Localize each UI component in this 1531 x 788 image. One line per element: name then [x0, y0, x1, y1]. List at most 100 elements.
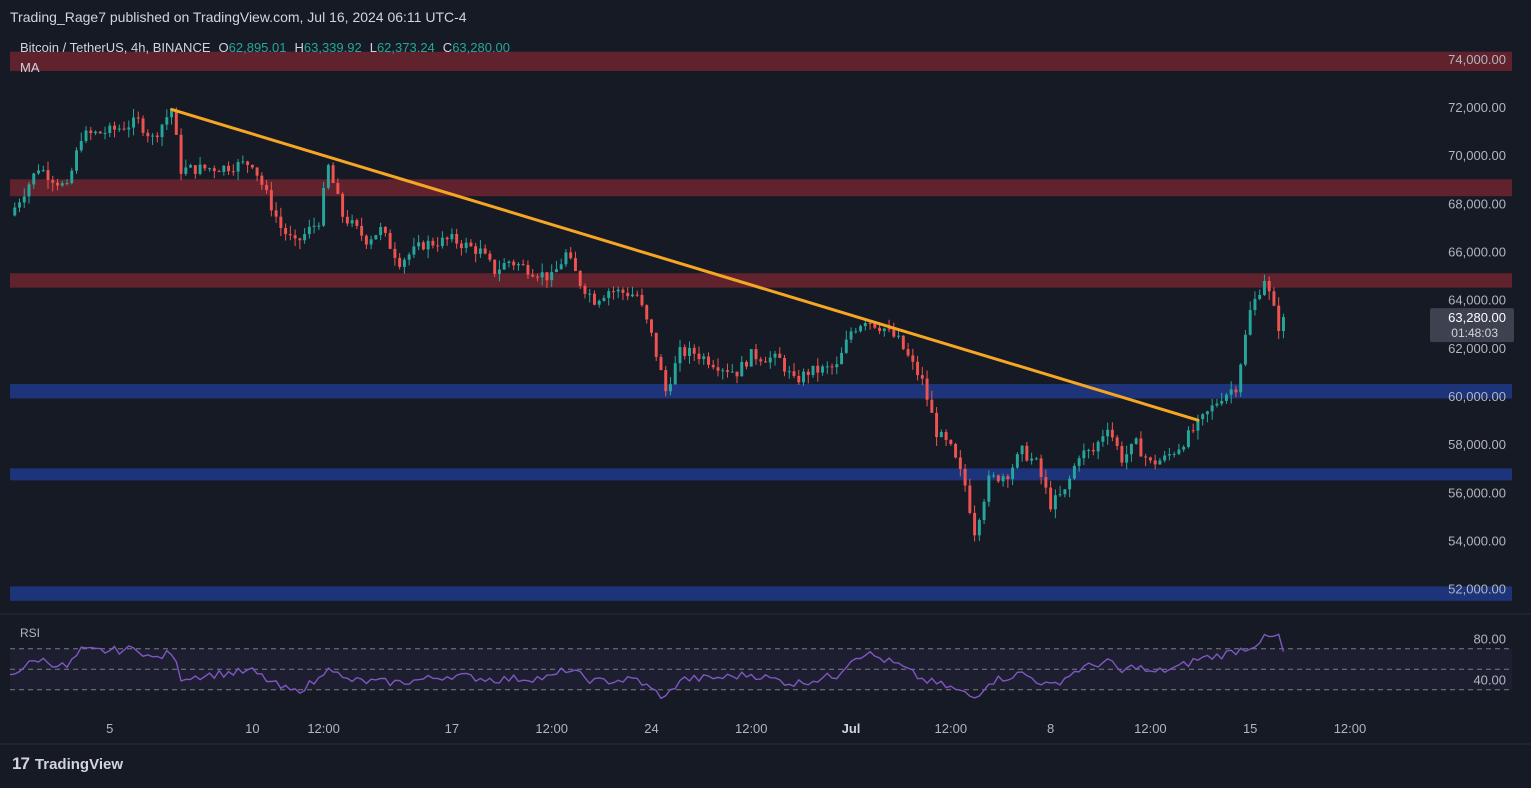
candle-down	[227, 165, 231, 172]
ohlc-value: 62,373.24	[376, 40, 435, 55]
candle-up	[108, 125, 112, 134]
price-tick-label: 62,000.00	[1448, 341, 1506, 356]
candle-up	[540, 272, 544, 278]
candle-down	[759, 359, 763, 362]
candle-up	[198, 164, 202, 174]
candle-up	[773, 353, 777, 358]
candle-down	[269, 190, 273, 211]
chart-stage: 74,000.00 72,000.00 70,000.00 68,000.00 66,0…	[0, 0, 1531, 783]
candle-up	[768, 357, 772, 363]
candle-up	[1163, 455, 1167, 461]
candle-up	[821, 366, 825, 373]
candle-down	[716, 367, 720, 371]
candle-up	[502, 263, 506, 270]
candle-up	[721, 370, 725, 372]
candle-up	[1134, 438, 1138, 444]
candle-down	[212, 168, 216, 172]
candle-down	[1153, 460, 1157, 465]
candle-down	[493, 259, 497, 274]
candle-up	[802, 371, 806, 383]
candle-down	[968, 485, 972, 513]
candle-down	[764, 361, 767, 363]
candle-up	[702, 356, 706, 360]
bar-countdown: 01:48:03	[1451, 326, 1498, 340]
candle-down	[355, 220, 359, 226]
ohlc-key: L	[369, 40, 377, 55]
indicator-ma-label[interactable]: MA	[20, 60, 40, 75]
candle-down	[683, 347, 687, 356]
tradingview-brand[interactable]: 17 TradingView	[12, 754, 123, 774]
candle-down	[726, 370, 729, 372]
symbol-title: Bitcoin / TetherUS, 4h, BINANCE	[20, 40, 211, 55]
candle-down	[398, 257, 402, 267]
candle-up	[1015, 454, 1019, 468]
candle-down	[341, 193, 345, 217]
candle-up	[1215, 403, 1219, 406]
resistance-zone	[10, 179, 1512, 197]
candle-down	[973, 512, 977, 536]
time-tick-label: 15	[1243, 721, 1257, 736]
candle-up	[79, 141, 83, 151]
candle-up	[84, 130, 88, 142]
candle-down	[298, 238, 302, 241]
candle-down	[488, 253, 492, 260]
candle-down	[569, 252, 573, 259]
candle-up	[673, 363, 677, 385]
candle-down	[421, 242, 425, 250]
candle-up	[478, 248, 482, 254]
candle-down	[916, 361, 920, 376]
candle-down	[526, 264, 530, 275]
candle-down	[958, 457, 962, 469]
candle-up	[1229, 389, 1233, 395]
candle-down	[445, 237, 449, 240]
candle-up	[630, 294, 634, 297]
candle-down	[469, 242, 473, 247]
candle-down	[949, 439, 953, 445]
support-zone	[10, 586, 1512, 601]
indicator-rsi-label[interactable]: RSI	[20, 626, 40, 640]
candle-down	[1006, 476, 1010, 480]
candle-down	[459, 243, 463, 249]
candle-down	[754, 349, 758, 360]
time-tick-label: 5	[106, 721, 113, 736]
candle-up	[1205, 411, 1209, 415]
candle-down	[626, 292, 630, 297]
candle-up	[564, 252, 568, 265]
price-tick-label: 58,000.00	[1448, 437, 1506, 452]
candle-down	[778, 353, 782, 358]
candle-up	[588, 293, 592, 295]
support-zone	[10, 468, 1512, 481]
candle-down	[592, 293, 596, 305]
candle-up	[160, 124, 164, 138]
candle-up	[208, 168, 212, 170]
price-tick-label: 70,000.00	[1448, 148, 1506, 163]
symbol-legend[interactable]: Bitcoin / TetherUS, 4h, BINANCE O62,895.0…	[20, 40, 510, 55]
candle-up	[559, 264, 563, 270]
candle-up	[669, 384, 672, 392]
candle-down	[393, 248, 397, 258]
price-tick-label: 54,000.00	[1448, 534, 1506, 549]
candle-down	[906, 349, 910, 356]
candle-up	[1201, 414, 1205, 420]
candle-up	[326, 165, 330, 188]
candle-down	[51, 179, 55, 183]
candle-up	[1001, 476, 1005, 482]
candle-down	[545, 272, 549, 281]
candle-down	[136, 117, 140, 119]
candle-up	[307, 226, 311, 235]
candle-down	[331, 165, 335, 183]
candle-down	[1044, 477, 1048, 488]
candle-up	[1158, 460, 1162, 465]
time-tick-label: 8	[1047, 721, 1054, 736]
candle-up	[854, 331, 858, 333]
candle-up	[412, 246, 416, 255]
chart-svg[interactable]: 74,000.00 72,000.00 70,000.00 68,000.00 66,0…	[0, 0, 1531, 783]
candle-up	[497, 269, 501, 274]
candle-down	[878, 327, 882, 332]
candle-down	[583, 285, 587, 294]
candle-up	[350, 220, 354, 224]
candle-up	[602, 297, 606, 301]
candle-down	[288, 234, 292, 236]
last-price-tag: 63,280.0001:48:03	[1430, 308, 1514, 343]
candle-up	[322, 187, 326, 226]
